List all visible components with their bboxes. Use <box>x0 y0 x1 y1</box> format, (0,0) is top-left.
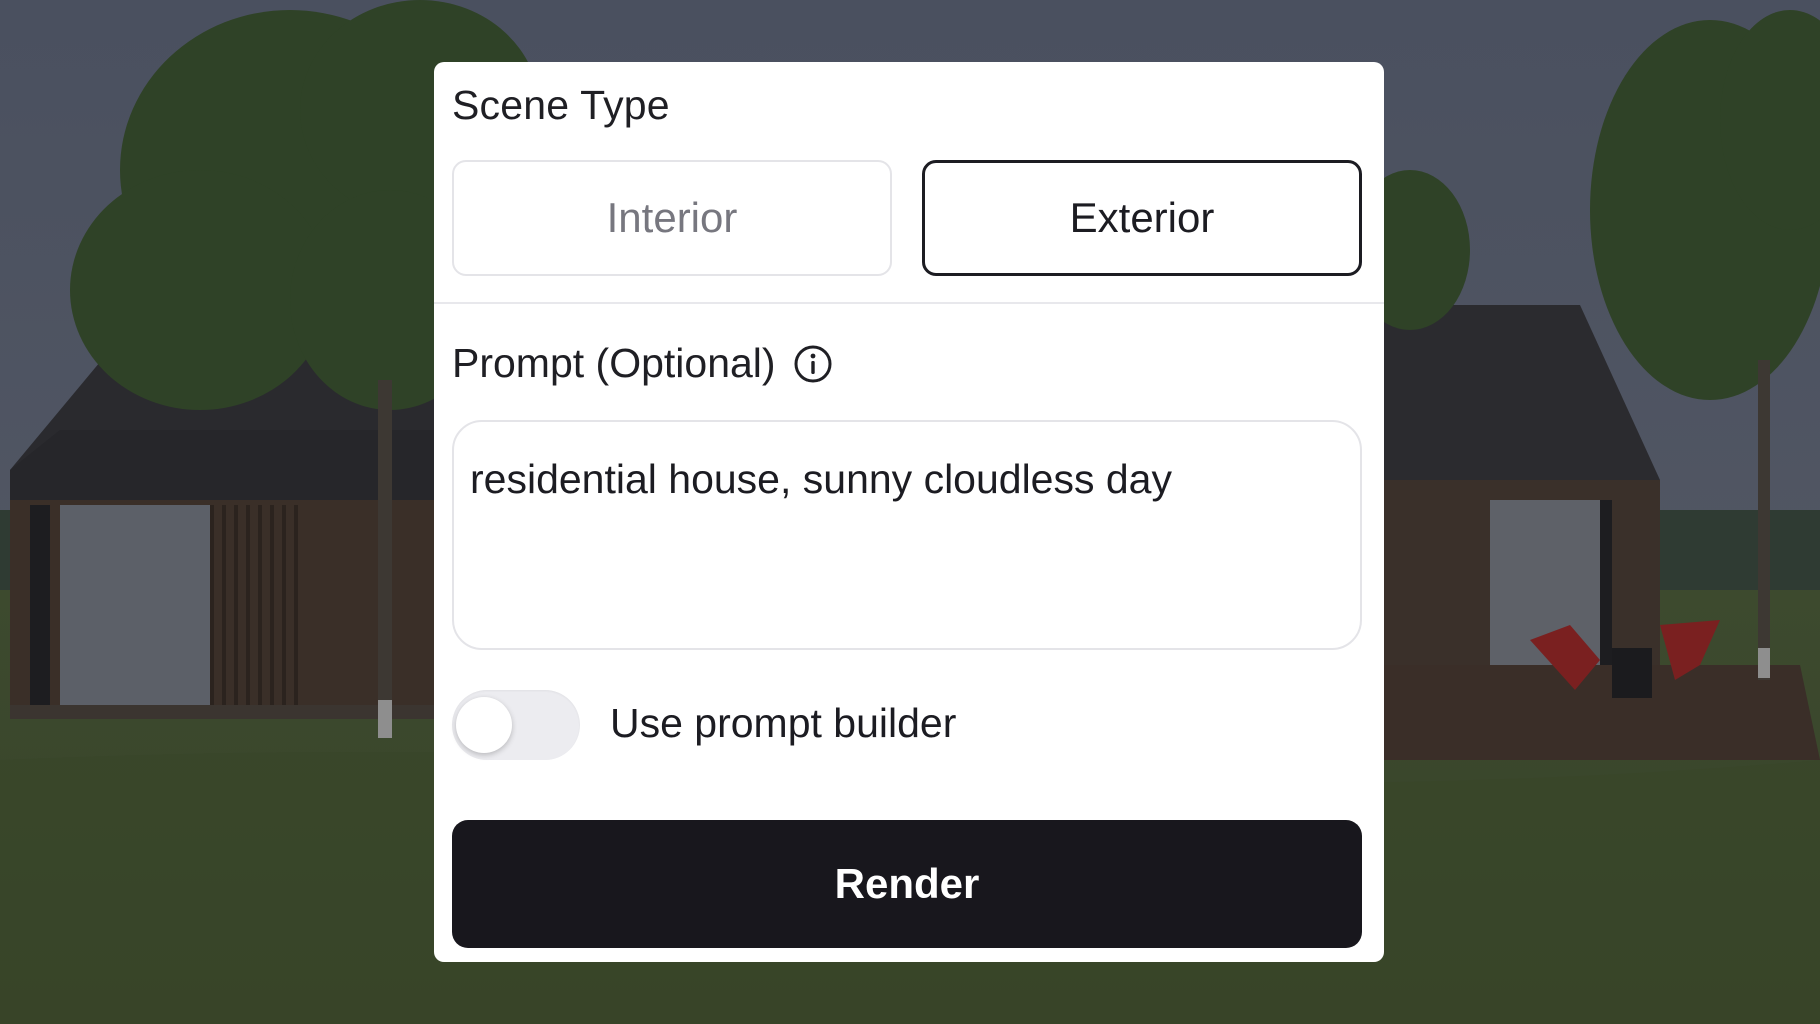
prompt-textarea[interactable]: residential house, sunny cloudless day <box>452 420 1362 650</box>
render-button[interactable]: Render <box>452 820 1362 948</box>
interior-option-button[interactable]: Interior <box>452 160 892 276</box>
section-divider <box>434 302 1384 304</box>
render-settings-panel: Scene Type Interior Exterior Prompt (Opt… <box>434 62 1384 962</box>
info-icon[interactable] <box>792 343 834 385</box>
toggle-knob <box>456 697 512 753</box>
exterior-option-button[interactable]: Exterior <box>922 160 1362 276</box>
prompt-label: Prompt (Optional) <box>452 340 776 386</box>
prompt-builder-label: Use prompt builder <box>610 700 957 746</box>
prompt-label-row: Prompt (Optional) <box>452 340 834 387</box>
scene-type-title: Scene Type <box>452 82 670 128</box>
prompt-builder-toggle[interactable] <box>452 690 580 760</box>
